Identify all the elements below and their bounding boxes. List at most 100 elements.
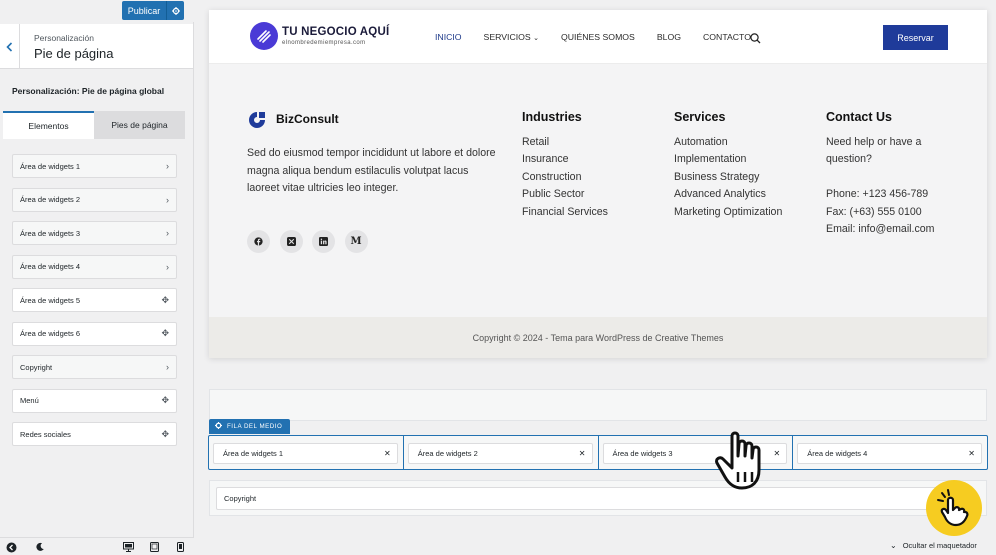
close-icon[interactable]: ✕ xyxy=(968,449,975,458)
medium-icon[interactable]: M xyxy=(344,230,368,253)
contact-email[interactable]: Email: info@email.com xyxy=(826,221,934,238)
sidebar-title: Pie de página xyxy=(34,46,114,61)
col-title: Industries xyxy=(522,110,582,124)
nav-contacto[interactable]: CONTACTO xyxy=(703,32,751,42)
element-widgets-6[interactable]: Área de widgets 6 ✥ xyxy=(12,321,177,346)
builder-middle-row: Área de widgets 1 ✕ Área de widgets 2 ✕ Ár… xyxy=(208,435,988,470)
publish-button[interactable]: Publicar xyxy=(122,1,184,20)
move-icon[interactable]: ✥ xyxy=(161,429,169,440)
footer-main: BizConsult Sed do eiusmod tempor incidid… xyxy=(209,64,987,317)
collapse-icon[interactable] xyxy=(5,541,17,553)
tab-elementos[interactable]: Elementos xyxy=(3,111,94,139)
contact-phone: Phone: +123 456-789 xyxy=(826,188,929,201)
element-label: Área de widgets 1 xyxy=(20,161,81,171)
chevron-down-icon: ⌄ xyxy=(533,35,539,42)
builder-item-label: Área de widgets 2 xyxy=(417,449,478,458)
x-icon[interactable] xyxy=(279,230,303,253)
element-label: Área de widgets 2 xyxy=(20,195,81,204)
footer-col-industries: Industries Retail Insurance Construction… xyxy=(522,110,608,221)
element-label: Área de widgets 3 xyxy=(20,228,81,238)
footer-link[interactable]: Construction xyxy=(522,169,608,186)
mobile-preview-icon[interactable] xyxy=(174,541,186,553)
footer-link[interactable]: Insurance xyxy=(522,151,608,168)
element-menu[interactable]: Menú ✥ xyxy=(12,388,177,413)
builder-item[interactable]: Área de widgets 2 ✕ xyxy=(407,443,593,464)
row-label: FILA DEL MEDIO xyxy=(227,423,283,430)
search-icon[interactable] xyxy=(750,31,761,49)
contact-line: question? xyxy=(826,153,872,166)
nav-label: SERVICIOS xyxy=(483,32,531,42)
dark-mode-moon-icon[interactable] xyxy=(34,541,46,553)
footer-link[interactable]: Advanced Analytics xyxy=(674,186,782,203)
element-copyright[interactable]: Copyright › xyxy=(12,355,177,379)
element-widgets-5[interactable]: Área de widgets 5 ✥ xyxy=(12,288,177,312)
element-widgets-2[interactable]: Área de widgets 2 › xyxy=(12,187,177,212)
footer-link[interactable]: Business Strategy xyxy=(674,169,782,186)
element-social[interactable]: Redes sociales ✥ xyxy=(12,422,177,446)
col-title: Services xyxy=(674,110,726,124)
element-label: Área de widgets 6 xyxy=(20,329,81,338)
close-icon[interactable]: ✕ xyxy=(579,449,586,458)
row-label-tab[interactable]: FILA DEL MEDIO xyxy=(209,419,290,434)
hide-builder-toggle[interactable]: ⌄ Ocultar el maquetador xyxy=(890,541,977,550)
customizer-sidebar: Publicar Personalización Pie de página P… xyxy=(0,0,194,555)
row-settings-gear-icon[interactable] xyxy=(215,422,222,431)
element-label: Menú xyxy=(20,396,39,405)
tablet-preview-icon[interactable] xyxy=(148,541,160,553)
social-links: M xyxy=(247,230,377,253)
builder-column[interactable]: Área de widgets 1 ✕ xyxy=(209,436,404,469)
sidebar-breadcrumb: Personalización xyxy=(34,33,95,43)
move-icon[interactable]: ✥ xyxy=(161,328,169,339)
tab-pies-de-pagina[interactable]: Pies de página xyxy=(94,111,185,139)
builder-item[interactable]: Área de widgets 4 ✕ xyxy=(797,443,982,464)
builder-top-row[interactable] xyxy=(209,389,987,421)
main-nav: INICIO SERVICIOS ⌄ QUIÉNES SOMOS BLOG CO… xyxy=(435,32,773,42)
builder-item-label: Área de widgets 1 xyxy=(223,449,284,458)
footer-link[interactable]: Financial Services xyxy=(522,204,608,221)
builder-item[interactable]: Área de widgets 1 ✕ xyxy=(213,443,398,464)
builder-column[interactable]: Área de widgets 2 ✕ xyxy=(404,436,599,469)
reserve-button[interactable]: Reservar xyxy=(883,25,948,50)
footer-link[interactable]: Automation xyxy=(674,134,782,151)
hand-pointer-icon xyxy=(714,430,780,497)
logo-name[interactable]: TU NEGOCIO AQUÍ xyxy=(282,26,389,38)
move-icon[interactable]: ✥ xyxy=(161,395,169,406)
nav-quienes-somos[interactable]: QUIÉNES SOMOS xyxy=(561,32,635,42)
chevron-right-icon: › xyxy=(166,261,169,272)
nav-blog[interactable]: BLOG xyxy=(657,32,681,42)
element-label: Área de widgets 4 xyxy=(20,262,81,271)
move-icon[interactable]: ✥ xyxy=(161,295,169,306)
chevron-right-icon: › xyxy=(166,362,169,372)
back-button[interactable] xyxy=(0,24,20,69)
footer-link[interactable]: Retail xyxy=(522,134,608,151)
footer-link[interactable]: Marketing Optimization xyxy=(674,204,782,221)
desktop-preview-icon[interactable] xyxy=(122,541,134,553)
element-list: Área de widgets 1 › Área de widgets 2 › Ár… xyxy=(12,154,177,456)
site-header: TU NEGOCIO AQUÍ elnombredemiempresa.com … xyxy=(209,10,987,64)
chevron-left-icon xyxy=(6,41,13,52)
nav-servicios[interactable]: SERVICIOS ⌄ xyxy=(484,32,539,42)
chevron-right-icon: › xyxy=(166,194,169,205)
chevron-down-icon: ⌄ xyxy=(890,541,897,550)
site-preview: TU NEGOCIO AQUÍ elnombredemiempresa.com … xyxy=(209,10,987,358)
close-icon[interactable]: ✕ xyxy=(384,449,391,458)
facebook-icon[interactable] xyxy=(247,230,270,253)
publish-settings-gear-icon[interactable] xyxy=(167,6,184,15)
publish-label: Publicar xyxy=(122,1,167,20)
nav-inicio[interactable]: INICIO xyxy=(435,32,462,42)
builder-item-copyright[interactable]: Copyright xyxy=(216,487,954,510)
logo-icon[interactable] xyxy=(250,22,278,50)
footer-link[interactable]: Implementation xyxy=(674,151,782,168)
chevron-right-icon: › xyxy=(166,228,169,238)
tap-hand-icon xyxy=(926,480,982,536)
element-label: Copyright xyxy=(20,362,53,372)
element-widgets-3[interactable]: Área de widgets 3 › xyxy=(12,221,177,245)
element-widgets-4[interactable]: Área de widgets 4 › xyxy=(12,254,177,279)
footer-link[interactable]: Public Sector xyxy=(522,186,608,203)
element-widgets-1[interactable]: Área de widgets 1 › xyxy=(12,154,177,178)
sidebar-footer xyxy=(0,537,194,555)
section-title: Personalización: Pie de página global xyxy=(12,86,165,96)
linkedin-icon[interactable] xyxy=(312,230,335,253)
builder-item-label: Área de widgets 4 xyxy=(807,449,868,458)
builder-column[interactable]: Área de widgets 4 ✕ xyxy=(793,436,987,469)
